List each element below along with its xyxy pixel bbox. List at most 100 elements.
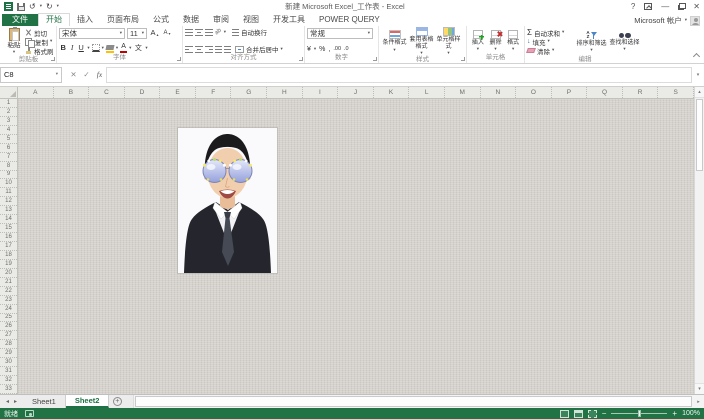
undo-dropdown-icon[interactable]: ▾: [40, 4, 42, 9]
name-box[interactable]: C8 ▾: [0, 66, 62, 83]
row-header-30[interactable]: 30: [0, 358, 17, 368]
column-header-P[interactable]: P: [552, 87, 588, 98]
insert-function-button[interactable]: fx: [93, 67, 106, 83]
macro-record-icon[interactable]: [25, 410, 34, 417]
account-avatar[interactable]: [690, 15, 700, 26]
underline-button[interactable]: U: [77, 44, 85, 52]
column-header-G[interactable]: G: [231, 87, 268, 98]
ribbon-tab-formulas[interactable]: 公式: [146, 14, 176, 26]
select-all-corner[interactable]: [0, 87, 18, 98]
row-header-32[interactable]: 32: [0, 376, 17, 385]
increase-indent-button[interactable]: [224, 45, 231, 53]
row-header-7[interactable]: 7: [0, 153, 17, 162]
font-dialog-launcher[interactable]: [177, 57, 181, 61]
restore-button[interactable]: [678, 3, 687, 10]
orientation-button[interactable]: ab: [214, 28, 223, 37]
ribbon-tab-review[interactable]: 审阅: [206, 14, 236, 26]
row-header-4[interactable]: 4: [0, 126, 17, 135]
shrink-font-button[interactable]: A ▾: [162, 30, 172, 36]
row-header-33[interactable]: 33: [0, 385, 17, 394]
sheet-cells[interactable]: [18, 99, 694, 394]
fill-color-button[interactable]: [105, 44, 115, 53]
format-cells-button[interactable]: 格式 ▾: [504, 27, 522, 54]
row-header-23[interactable]: 23: [0, 296, 17, 305]
orientation-dropdown-icon[interactable]: ▾: [224, 29, 226, 35]
cancel-button[interactable]: ✕: [67, 67, 80, 83]
align-middle-button[interactable]: [195, 28, 203, 36]
row-header-27[interactable]: 27: [0, 331, 17, 341]
zoom-in-button[interactable]: +: [672, 409, 677, 418]
bold-button[interactable]: B: [59, 44, 67, 52]
sheet-tab-Sheet1[interactable]: Sheet1: [23, 395, 66, 408]
align-left-button[interactable]: [185, 45, 193, 53]
row-header-25[interactable]: 25: [0, 314, 17, 323]
currency-format-button[interactable]: ¥: [307, 46, 311, 53]
row-header-16[interactable]: 16: [0, 233, 17, 242]
column-header-A[interactable]: A: [18, 87, 54, 98]
undo-icon[interactable]: ↺: [29, 2, 36, 11]
row-header-28[interactable]: 28: [0, 340, 17, 350]
embedded-photo[interactable]: [178, 128, 277, 273]
column-header-M[interactable]: M: [445, 87, 481, 98]
expand-formula-bar-icon[interactable]: ▾: [692, 67, 704, 83]
row-header-26[interactable]: 26: [0, 322, 17, 332]
column-header-S[interactable]: S: [658, 87, 694, 98]
column-header-R[interactable]: R: [623, 87, 659, 98]
new-sheet-button[interactable]: +: [109, 395, 125, 408]
decrease-decimal-button[interactable]: .0: [344, 46, 349, 52]
cell-styles-button[interactable]: 单元格样式 ▾: [435, 27, 462, 56]
row-header-6[interactable]: 6: [0, 144, 17, 153]
zoom-slider-thumb[interactable]: [638, 410, 642, 417]
row-header-21[interactable]: 21: [0, 278, 17, 287]
column-header-F[interactable]: F: [196, 87, 232, 98]
vertical-scrollbar[interactable]: ▴ ▾: [694, 87, 704, 394]
percent-format-button[interactable]: %: [319, 46, 325, 53]
horizontal-scrollbar[interactable]: ▸: [133, 395, 704, 408]
format-painter-button[interactable]: 格式刷: [25, 46, 54, 56]
ribbon-tab-power-query[interactable]: POWER QUERY: [312, 14, 387, 26]
horizontal-scroll-thumb[interactable]: [135, 396, 692, 407]
font-color-dropdown-icon[interactable]: ▾: [129, 45, 131, 51]
borders-dropdown-icon[interactable]: ▾: [102, 45, 104, 51]
grow-font-button[interactable]: A ▴: [149, 29, 160, 37]
ribbon-tab-developer[interactable]: 开发工具: [266, 14, 312, 26]
ribbon-tab-file[interactable]: 文件: [2, 14, 38, 26]
row-header-1[interactable]: 1: [0, 99, 17, 108]
column-header-I[interactable]: I: [303, 87, 339, 98]
account-menu[interactable]: Microsoft 帐户 ▾: [634, 15, 704, 26]
align-right-button[interactable]: [205, 45, 213, 53]
enter-button[interactable]: ✓: [80, 67, 93, 83]
zoom-level[interactable]: 100%: [682, 410, 700, 417]
column-header-L[interactable]: L: [409, 87, 445, 98]
row-header-24[interactable]: 24: [0, 305, 17, 314]
page-layout-view-icon[interactable]: [573, 409, 583, 418]
column-header-C[interactable]: C: [89, 87, 125, 98]
help-button[interactable]: ?: [631, 2, 635, 11]
styles-dialog-launcher[interactable]: [461, 57, 465, 61]
column-header-D[interactable]: D: [125, 87, 161, 98]
collapse-ribbon-button[interactable]: [692, 52, 701, 61]
column-header-N[interactable]: N: [481, 87, 517, 98]
align-center-button[interactable]: [195, 45, 203, 53]
alignment-dialog-launcher[interactable]: [299, 57, 303, 61]
row-header-29[interactable]: 29: [0, 349, 17, 359]
save-icon[interactable]: [17, 2, 25, 11]
scroll-down-icon[interactable]: ▾: [695, 383, 704, 394]
zoom-slider[interactable]: [611, 410, 668, 417]
row-header-2[interactable]: 2: [0, 108, 17, 117]
column-header-B[interactable]: B: [54, 87, 90, 98]
normal-view-icon[interactable]: [559, 409, 569, 418]
row-header-11[interactable]: 11: [0, 188, 17, 198]
underline-dropdown-icon[interactable]: ▾: [87, 45, 89, 51]
conditional-formatting-button[interactable]: 条件格式 ▾: [381, 27, 408, 56]
vertical-scroll-thumb[interactable]: [696, 99, 703, 171]
row-header-8[interactable]: 8: [0, 162, 17, 171]
close-button[interactable]: ✕: [693, 2, 700, 11]
scroll-right-icon[interactable]: ▸: [693, 395, 704, 408]
row-header-14[interactable]: 14: [0, 215, 17, 225]
paste-button[interactable]: 粘贴 ▾: [3, 27, 25, 56]
number-dialog-launcher[interactable]: [373, 57, 377, 61]
row-header-5[interactable]: 5: [0, 135, 17, 144]
merge-center-button[interactable]: 合并后居中 ▾: [235, 45, 283, 54]
ribbon-tab-page-layout[interactable]: 页面布局: [100, 14, 146, 26]
